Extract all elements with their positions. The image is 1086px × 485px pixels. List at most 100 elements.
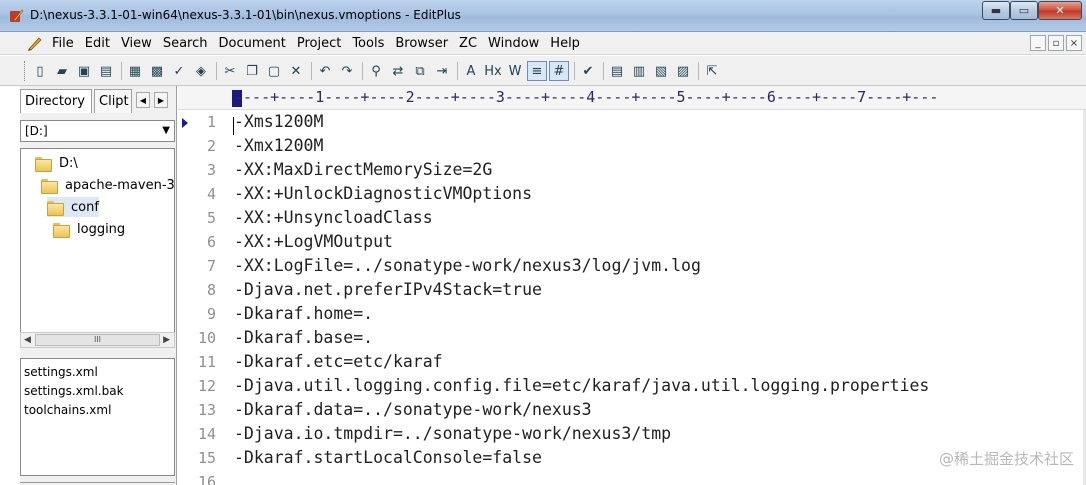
column-ruler: ----+----1----+----2----+----3----+----4… [178, 86, 1086, 110]
delete-icon[interactable]: ✕ [286, 61, 306, 81]
mdi-close-button[interactable]: × [1066, 35, 1082, 51]
tree-item-folder[interactable]: logging [53, 219, 125, 239]
line-number: 4 [206, 185, 216, 203]
close-button[interactable]: ✕ [1038, 1, 1082, 20]
print-icon[interactable]: ▩ [147, 61, 167, 81]
menu-item-project[interactable]: Project [297, 36, 341, 51]
hex-view-icon[interactable]: Hx [483, 61, 503, 81]
menu-item-help[interactable]: Help [550, 36, 580, 51]
tree-item-label: apache-maven-3 [65, 177, 175, 193]
menu-item-file[interactable]: File [52, 36, 74, 51]
tree-item-folder[interactable]: D:\ [35, 153, 78, 173]
current-line-marker-icon [182, 118, 188, 128]
browser-icon[interactable]: ◈ [191, 61, 211, 81]
editor-area[interactable]: ----+----1----+----2----+----3----+----4… [178, 86, 1086, 485]
output-window-icon[interactable]: ▧ [651, 61, 671, 81]
line-number: 14 [197, 425, 216, 443]
toolbar-separator [362, 62, 363, 80]
window-title: D:\nexus-3.3.1-01-win64\nexus-3.3.1-01\b… [30, 8, 461, 22]
file-list-item[interactable]: settings.xml [24, 363, 171, 382]
file-list: settings.xml settings.xml.bak toolchains.x… [20, 358, 175, 476]
full-screen-icon[interactable]: ▨ [673, 61, 693, 81]
new-file-icon[interactable]: ▯ [30, 61, 50, 81]
tree-item-folder[interactable]: apache-maven-3 [41, 175, 175, 195]
save-icon[interactable]: ▣ [74, 61, 94, 81]
find-icon[interactable]: ⚲ [366, 61, 386, 81]
code-line[interactable]: -Dkaraf.home=. [234, 302, 373, 326]
tab-cliptext[interactable]: Clipt [94, 89, 132, 113]
folder-icon [41, 178, 58, 194]
line-number: 2 [206, 137, 216, 155]
open-file-icon[interactable]: ▰ [52, 61, 72, 81]
tab-scroll-left-icon[interactable]: ◀ [136, 92, 150, 108]
tab-scroll-right-icon[interactable]: ▶ [154, 92, 168, 108]
undo-icon[interactable]: ↶ [315, 61, 335, 81]
print-preview-icon[interactable]: ▦ [125, 61, 145, 81]
menu-item-zc[interactable]: ZC [459, 36, 477, 51]
tree-item-label: conf [71, 199, 99, 215]
watermark: @稀土掘金技术社区 [938, 450, 1074, 468]
code-line[interactable]: -Dkaraf.base=. [234, 326, 373, 350]
code-line[interactable]: -Xmx1200M [234, 134, 323, 158]
goto-icon[interactable]: ⇥ [432, 61, 452, 81]
code-line[interactable]: -Djava.util.logging.config.file=etc/kara… [234, 374, 929, 398]
code-line[interactable]: -XX:+UnlockDiagnosticVMOptions [234, 182, 532, 206]
tab-directory[interactable]: Directory [20, 89, 92, 113]
save-all-icon[interactable]: ▤ [96, 61, 116, 81]
spell-check-icon[interactable]: ✓ [169, 61, 189, 81]
menu-item-edit[interactable]: Edit [85, 36, 110, 51]
code-line[interactable]: -XX:+LogVMOutput [234, 230, 393, 254]
chevron-down-icon[interactable]: ▼ [162, 125, 170, 136]
code-line[interactable]: -Dkaraf.data=../sonatype-work/nexus3 [234, 398, 592, 422]
folder-icon [35, 156, 52, 172]
file-list-item[interactable]: toolchains.xml [24, 401, 171, 420]
toolbar-separator [603, 62, 604, 80]
find-in-files-icon[interactable]: ⧉ [410, 61, 430, 81]
code-line[interactable]: -Dkaraf.etc=etc/karaf [234, 350, 443, 374]
code-line[interactable]: -Djava.io.tmpdir=../sonatype-work/nexus3… [234, 422, 671, 446]
code-line[interactable]: -XX:LogFile=../sonatype-work/nexus3/log/… [234, 254, 701, 278]
menu-item-search[interactable]: Search [163, 36, 208, 51]
folder-icon [53, 222, 70, 238]
code-line[interactable]: -XX:+UnsyncloadClass [234, 206, 433, 230]
code-line[interactable]: -Xms1200M [234, 110, 323, 134]
toolbar-separator [121, 62, 122, 80]
menu-item-window[interactable]: Window [488, 36, 539, 51]
tree-horizontal-scrollbar[interactable]: ◀ III ▶ [20, 332, 175, 348]
scrollbar-thumb[interactable]: III [35, 334, 160, 346]
menu-item-tools[interactable]: Tools [352, 36, 384, 51]
toolbar-grip[interactable] [24, 61, 27, 81]
menu-item-document[interactable]: Document [218, 36, 285, 51]
menu-item-browser[interactable]: Browser [395, 36, 448, 51]
redo-icon[interactable]: ↷ [337, 61, 357, 81]
cut-icon[interactable]: ✂ [220, 61, 240, 81]
folder-icon [47, 200, 64, 216]
help-icon[interactable]: ⇱ [702, 61, 722, 81]
file-list-item[interactable]: settings.xml.bak [24, 382, 171, 401]
check-icon[interactable]: ✔ [578, 61, 598, 81]
replace-icon[interactable]: ⇄ [388, 61, 408, 81]
drive-select[interactable]: [D:] ▼ [20, 120, 175, 142]
code-line[interactable]: -Dkaraf.startLocalConsole=false [234, 446, 542, 470]
word-wrap-icon[interactable]: W [505, 61, 525, 81]
code-line[interactable]: -XX:MaxDirectMemorySize=2G [234, 158, 492, 182]
cliptext-icon[interactable]: ▤ [607, 61, 627, 81]
font-size-icon[interactable]: A [461, 61, 481, 81]
scroll-right-icon[interactable]: ▶ [163, 335, 170, 345]
menu-item-view[interactable]: View [121, 36, 152, 51]
maximize-button[interactable]: ▭ [1010, 1, 1038, 20]
tree-item-label: logging [77, 221, 126, 237]
paste-icon[interactable]: ▢ [264, 61, 284, 81]
scroll-left-icon[interactable]: ◀ [24, 335, 31, 345]
toolbar-separator [216, 62, 217, 80]
directory-icon[interactable]: ▥ [629, 61, 649, 81]
copy-icon[interactable]: ❐ [242, 61, 262, 81]
minimize-button[interactable]: ▬ [982, 1, 1010, 20]
code-line[interactable]: -Djava.net.preferIPv4Stack=true [234, 278, 542, 302]
mdi-restore-button[interactable]: ▫ [1048, 35, 1064, 51]
line-number-icon[interactable]: # [549, 61, 569, 81]
mdi-minimize-button[interactable]: _ [1030, 35, 1046, 51]
toggle-wrap-icon[interactable]: ≡ [527, 61, 547, 81]
tree-item-folder[interactable]: conf [47, 197, 99, 217]
document-pen-icon[interactable] [26, 35, 44, 51]
